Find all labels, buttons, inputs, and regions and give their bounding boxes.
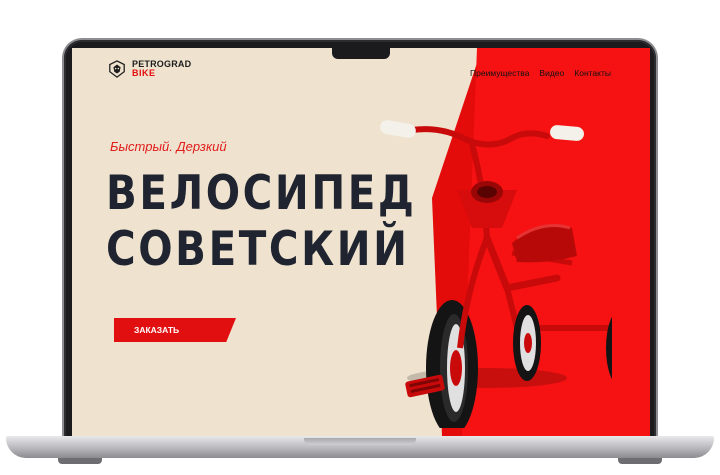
hero-headline-line2: СОВЕТСКИЙ: [106, 222, 410, 277]
lion-head-icon: [109, 60, 125, 78]
order-button[interactable]: ЗАКАЗАТЬ: [114, 318, 236, 342]
nav-link-contacts[interactable]: Контакты: [574, 68, 611, 78]
main-nav: Преимущества Видео Контакты: [470, 68, 611, 78]
laptop-foot-left: [58, 458, 102, 464]
tricycle-image: [380, 120, 612, 428]
nav-link-video[interactable]: Видео: [539, 68, 564, 78]
hero-tagline: Быстрый. Дерзкий: [110, 139, 227, 154]
laptop-foot-right: [618, 458, 662, 464]
laptop-screen: PETROGRAD BIKE Преимущества Видео Контак…: [72, 48, 650, 436]
nav-link-advantages[interactable]: Преимущества: [470, 68, 529, 78]
hero-headline-line1: ВЕЛОСИПЕД: [106, 166, 417, 221]
hero-headline: ВЕЛОСИПЕД СОВЕТСКИЙ: [106, 166, 417, 278]
site-logo[interactable]: PETROGRAD BIKE: [108, 60, 191, 78]
laptop-base-groove: [304, 438, 416, 445]
camera-notch: [332, 48, 390, 59]
logo-text-secondary: BIKE: [132, 68, 156, 78]
